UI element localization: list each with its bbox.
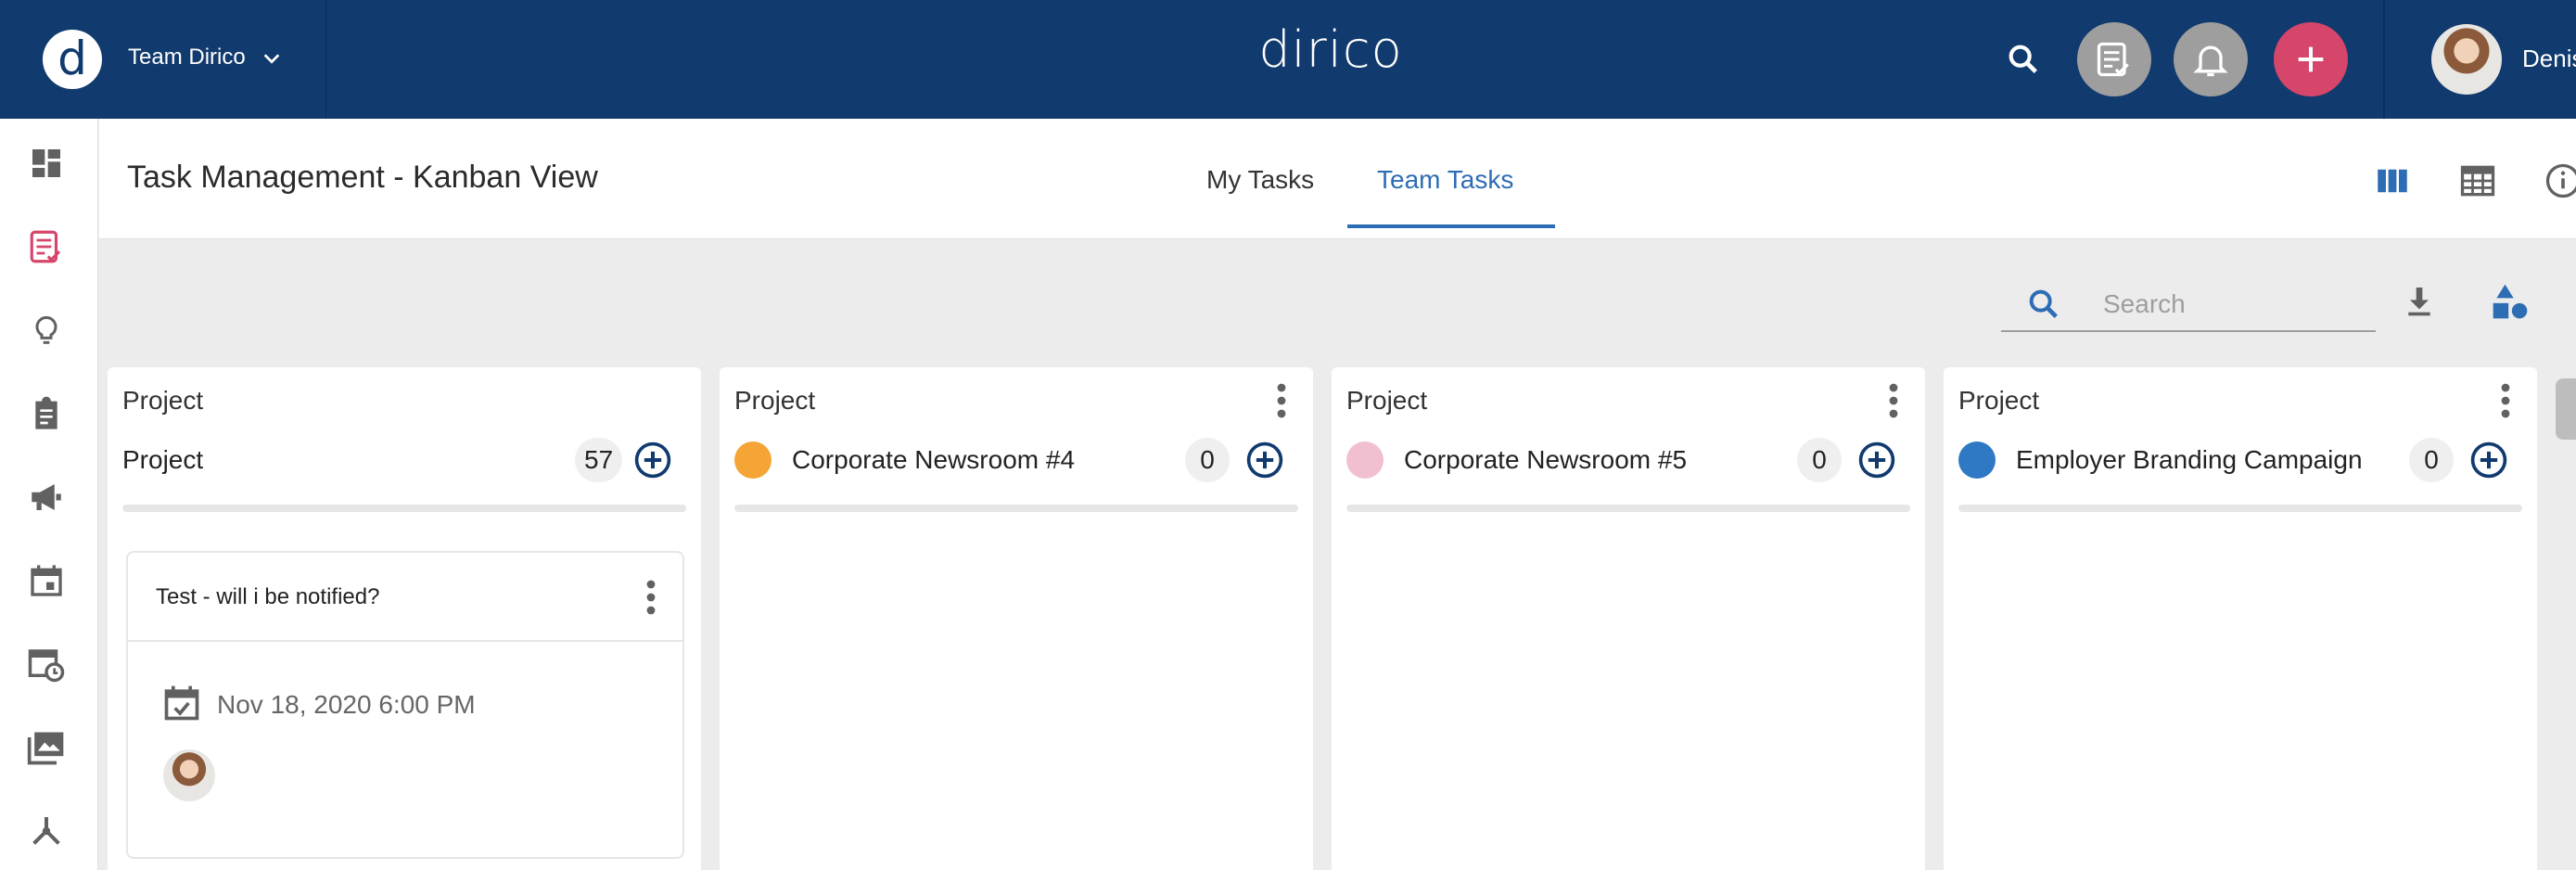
kanban-column: Project Corporate Newsroom #4 0 [720,367,1313,870]
project-color-dot [734,441,772,479]
column-progress-bar [1346,505,1910,512]
task-card-header: Test - will i be notified? [128,553,682,642]
user-avatar[interactable] [2431,24,2502,95]
sidebar-item-ideas[interactable] [22,306,70,354]
add-task-icon[interactable] [1856,440,1897,480]
download-icon[interactable] [2396,278,2442,325]
more-vert-icon[interactable] [1882,382,1905,419]
kanban-view-icon[interactable] [2369,158,2416,204]
sidebar-item-media[interactable] [22,723,70,772]
more-vert-icon[interactable] [1270,382,1293,419]
top-bar: d Team Dirico dirico Denis [0,0,2576,119]
dirico-logo: d [43,30,102,89]
search-field[interactable] [2001,276,2376,332]
column-title: Corporate Newsroom #5 [1404,445,1688,474]
add-task-icon[interactable] [2468,440,2509,480]
column-type-label: Project [1958,386,2040,415]
assignee-avatar[interactable] [163,749,215,801]
page-title: Task Management - Kanban View [127,160,598,195]
task-list-icon [2097,42,2129,77]
sidebar-item-dashboard[interactable] [22,139,70,187]
clipboard-icon [35,396,57,429]
column-progress-bar [734,505,1298,512]
tab-team-tasks[interactable]: Team Tasks [1377,165,1513,195]
column-count-badge: 0 [1797,438,1842,482]
horizontal-scrollbar[interactable] [2556,378,2576,440]
column-count-badge: 0 [1185,438,1230,482]
search-icon[interactable] [2001,37,2046,82]
sidebar-item-briefings[interactable] [22,390,70,438]
column-type-label: Project [1346,386,1428,415]
column-count-badge: 57 [575,438,623,482]
column-progress-bar [122,505,686,512]
add-task-icon[interactable] [1244,440,1285,480]
info-icon[interactable] [2540,158,2576,204]
media-library-icon [27,732,64,765]
more-vert-icon[interactable] [640,579,662,616]
column-progress-bar [1958,505,2522,512]
calendar-clock-icon [28,649,65,683]
sidebar [0,119,98,870]
column-type-label: Project [734,386,816,415]
user-name[interactable]: Denis [2522,45,2576,73]
dashboard-icon [32,149,60,177]
project-color-dot [1958,441,1996,479]
plus-icon [2298,46,2324,72]
my-tasks-button[interactable] [2077,22,2151,96]
search-input[interactable] [2103,286,2363,323]
column-type-label: Project [122,386,204,415]
chevron-down-icon[interactable] [261,48,282,69]
bell-icon [2193,45,2228,77]
column-title: Corporate Newsroom #4 [792,445,1076,474]
app-title: dirico [1258,20,1403,79]
sidebar-item-schedule[interactable] [22,640,70,688]
sidebar-item-network[interactable] [22,807,70,855]
calendar-check-icon [164,685,199,721]
lightbulb-icon [35,315,57,344]
add-task-icon[interactable] [632,440,673,480]
divider [2383,0,2385,119]
sidebar-item-tasks[interactable] [22,223,70,271]
sidebar-item-campaigns[interactable] [22,473,70,521]
task-card[interactable]: Test - will i be notified? Nov 18, 2020 … [126,551,684,859]
calendar-icon [31,565,62,596]
more-vert-icon[interactable] [2494,382,2517,419]
shapes-filter-icon[interactable] [2487,278,2533,325]
kanban-column: Project Project 57 Test - will i be noti… [108,367,701,870]
kanban-column: Project Corporate Newsroom #5 0 [1332,367,1925,870]
column-title: Employer Branding Campaign [2016,445,2363,474]
kanban-column: Project Employer Branding Campaign 0 [1944,367,2537,870]
task-list-icon [30,230,61,263]
sidebar-item-calendar[interactable] [22,557,70,605]
megaphone-icon [32,484,61,510]
task-title[interactable]: Test - will i be notified? [156,584,379,610]
page-header: Task Management - Kanban View My Tasks T… [99,119,2576,239]
create-button[interactable] [2274,22,2348,96]
column-count-badge: 0 [2409,438,2454,482]
team-switcher[interactable]: d Team Dirico [0,0,326,119]
task-due-date: Nov 18, 2020 6:00 PM [217,690,476,719]
notifications-button[interactable] [2174,22,2248,96]
table-view-icon[interactable] [2455,158,2501,204]
team-name[interactable]: Team Dirico [128,45,246,70]
project-color-dot [1346,441,1384,479]
tab-my-tasks[interactable]: My Tasks [1206,165,1314,195]
search-icon [2029,289,2058,318]
active-tab-indicator [1347,224,1555,228]
network-icon [32,817,60,845]
column-title: Project [122,445,204,474]
